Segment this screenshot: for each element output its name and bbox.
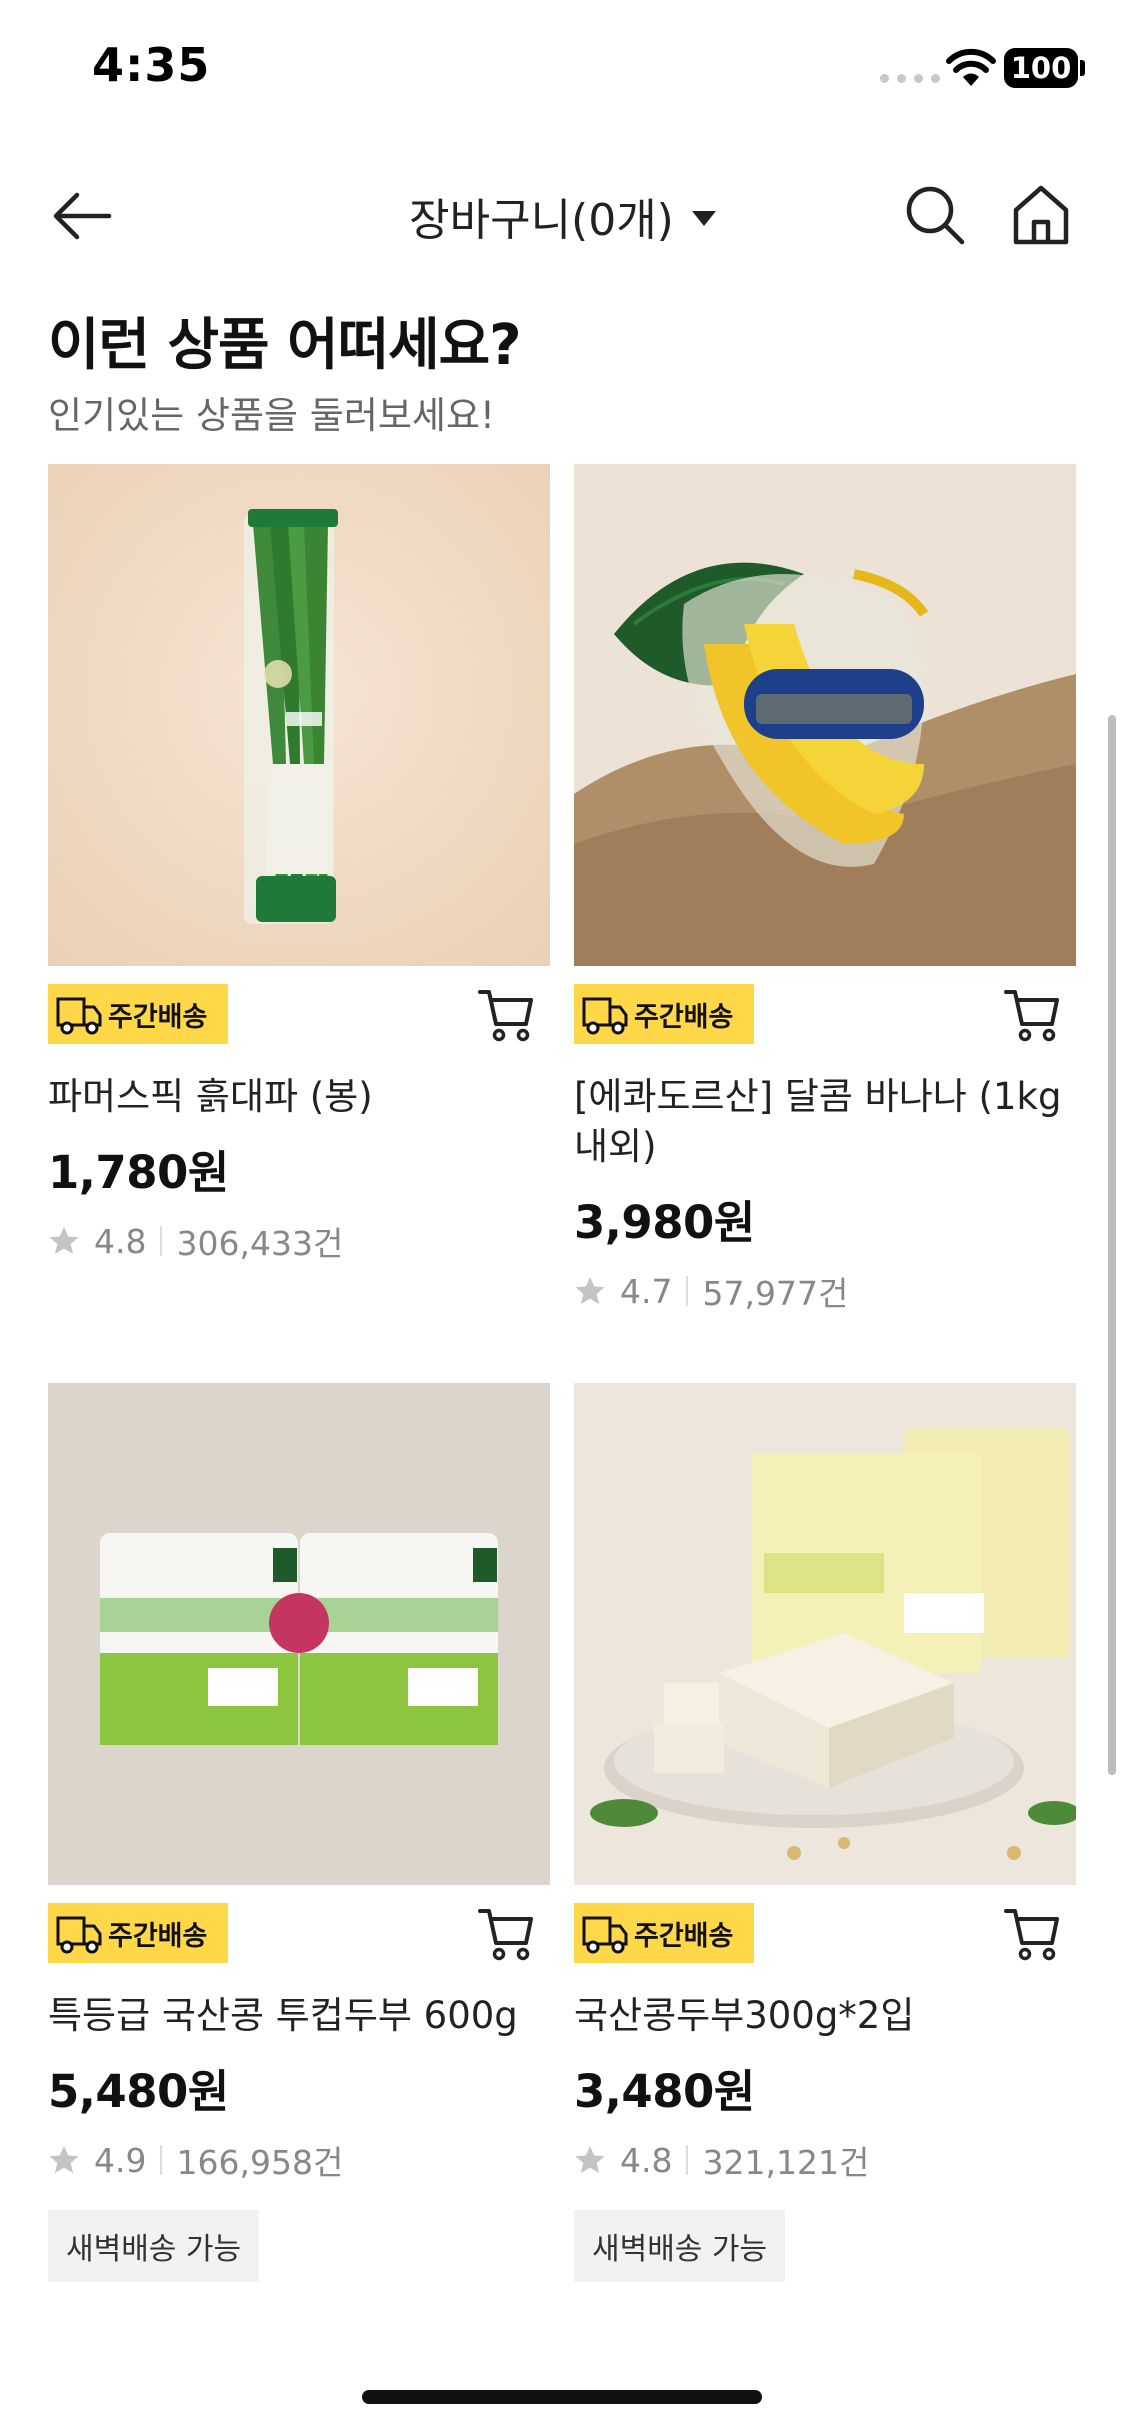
wifi-icon (946, 48, 996, 86)
product-name[interactable]: [에콰도르산] 달콤 바나나 (1kg내외) (574, 1072, 1076, 1172)
weekly-delivery-badge: 주간배송 (574, 984, 754, 1044)
dawn-delivery-tag: 새벽배송 가능 (574, 2210, 786, 2282)
status-time: 4:35 (92, 38, 211, 92)
badge-label: 주간배송 (108, 1001, 208, 1033)
divider (160, 2145, 163, 2175)
star-icon (575, 1277, 605, 1304)
caret-down-icon (691, 210, 716, 226)
product-price: 3,980원 (574, 1196, 755, 1249)
add-to-cart-button[interactable] (1002, 984, 1062, 1042)
nav-title: 장바구니(0개) (409, 195, 674, 246)
dawn-delivery-tag: 새벽배송 가능 (48, 2210, 260, 2282)
delivery-truck-icon (56, 997, 102, 1035)
home-button[interactable] (1006, 180, 1076, 250)
product-card[interactable]: 주간배송 특등급 국산콩 투컵두부 600g 5,480원 4.9 166,95… (48, 1383, 550, 2282)
divider (686, 1276, 689, 1306)
rating-row: 4.8 321,121건 (574, 2136, 1076, 2184)
product-card[interactable]: 주간배송 파머스픽 흙대파 (봉) 1,780원 4.8 306,433건 (48, 464, 550, 1265)
weekly-delivery-badge: 주간배송 (48, 984, 228, 1044)
rating-value: 4.8 (94, 1221, 147, 1261)
product-price: 5,480원 (48, 2065, 229, 2118)
scrollbar[interactable] (1108, 715, 1116, 1775)
weekly-delivery-badge: 주간배송 (48, 1903, 228, 1963)
weekly-delivery-badge: 주간배송 (574, 1903, 754, 1963)
section-subtitle: 인기있는 상품을 둘러보세요! (48, 394, 495, 437)
review-count: 57,977건 (702, 1274, 849, 1313)
rating-row: 4.7 57,977건 (574, 1267, 1076, 1315)
add-to-cart-button[interactable] (476, 1903, 536, 1961)
rating-value: 4.8 (620, 2140, 673, 2180)
product-name[interactable]: 파머스픽 흙대파 (봉) (48, 1072, 550, 1122)
rating-row: 4.9 166,958건 (48, 2136, 550, 2184)
battery-icon: 100 (1004, 48, 1078, 88)
badge-label: 주간배송 (634, 1920, 734, 1952)
home-indicator[interactable] (362, 2390, 762, 2404)
rating-value: 4.9 (94, 2140, 147, 2180)
add-to-cart-button[interactable] (476, 984, 536, 1042)
cart-icon (478, 1909, 533, 1961)
product-name[interactable]: 국산콩두부300g*2입 (574, 1991, 1076, 2041)
delivery-truck-icon (582, 1916, 628, 1954)
star-icon (49, 1227, 79, 1254)
badge-label: 주간배송 (634, 1001, 734, 1033)
star-icon (575, 2146, 605, 2173)
delivery-truck-icon (56, 1916, 102, 1954)
cellular-signal-icon (880, 74, 940, 83)
review-count: 321,121건 (702, 2143, 870, 2182)
product-price: 3,480원 (574, 2065, 755, 2118)
cart-icon (1004, 990, 1059, 1042)
review-count: 166,958건 (176, 2143, 344, 2182)
search-button[interactable] (900, 180, 970, 250)
product-image-banana[interactable] (574, 464, 1076, 966)
product-image-green-onion[interactable] (48, 464, 550, 966)
badge-label: 주간배송 (108, 1920, 208, 1952)
add-to-cart-button[interactable] (1002, 1903, 1062, 1961)
divider (160, 1226, 163, 1256)
search-icon (906, 186, 965, 245)
review-count: 306,433건 (176, 1224, 344, 1263)
home-icon (1013, 185, 1069, 245)
divider (686, 2145, 689, 2175)
product-image-tofu-two-cup[interactable] (48, 1383, 550, 1885)
product-card[interactable]: 주간배송 [에콰도르산] 달콤 바나나 (1kg내외) 3,980원 4.7 5… (574, 464, 1076, 1315)
rating-row: 4.8 306,433건 (48, 1217, 550, 1265)
section-title: 이런 상품 어떠세요? (48, 313, 522, 378)
product-card[interactable]: 주간배송 국산콩두부300g*2입 3,480원 4.8 321,121건 새벽… (574, 1383, 1076, 2282)
delivery-truck-icon (582, 997, 628, 1035)
cart-icon (478, 990, 533, 1042)
top-nav: 장바구니(0개) (0, 160, 1125, 270)
product-image-tofu-pack[interactable] (574, 1383, 1076, 1885)
battery-tip (1080, 60, 1085, 76)
status-bar: 4:35 100 (0, 0, 1125, 140)
star-icon (49, 2146, 79, 2173)
product-price: 1,780원 (48, 1146, 229, 1199)
product-name[interactable]: 특등급 국산콩 투컵두부 600g (48, 1991, 550, 2041)
rating-value: 4.7 (620, 1271, 673, 1311)
cart-icon (1004, 1909, 1059, 1961)
